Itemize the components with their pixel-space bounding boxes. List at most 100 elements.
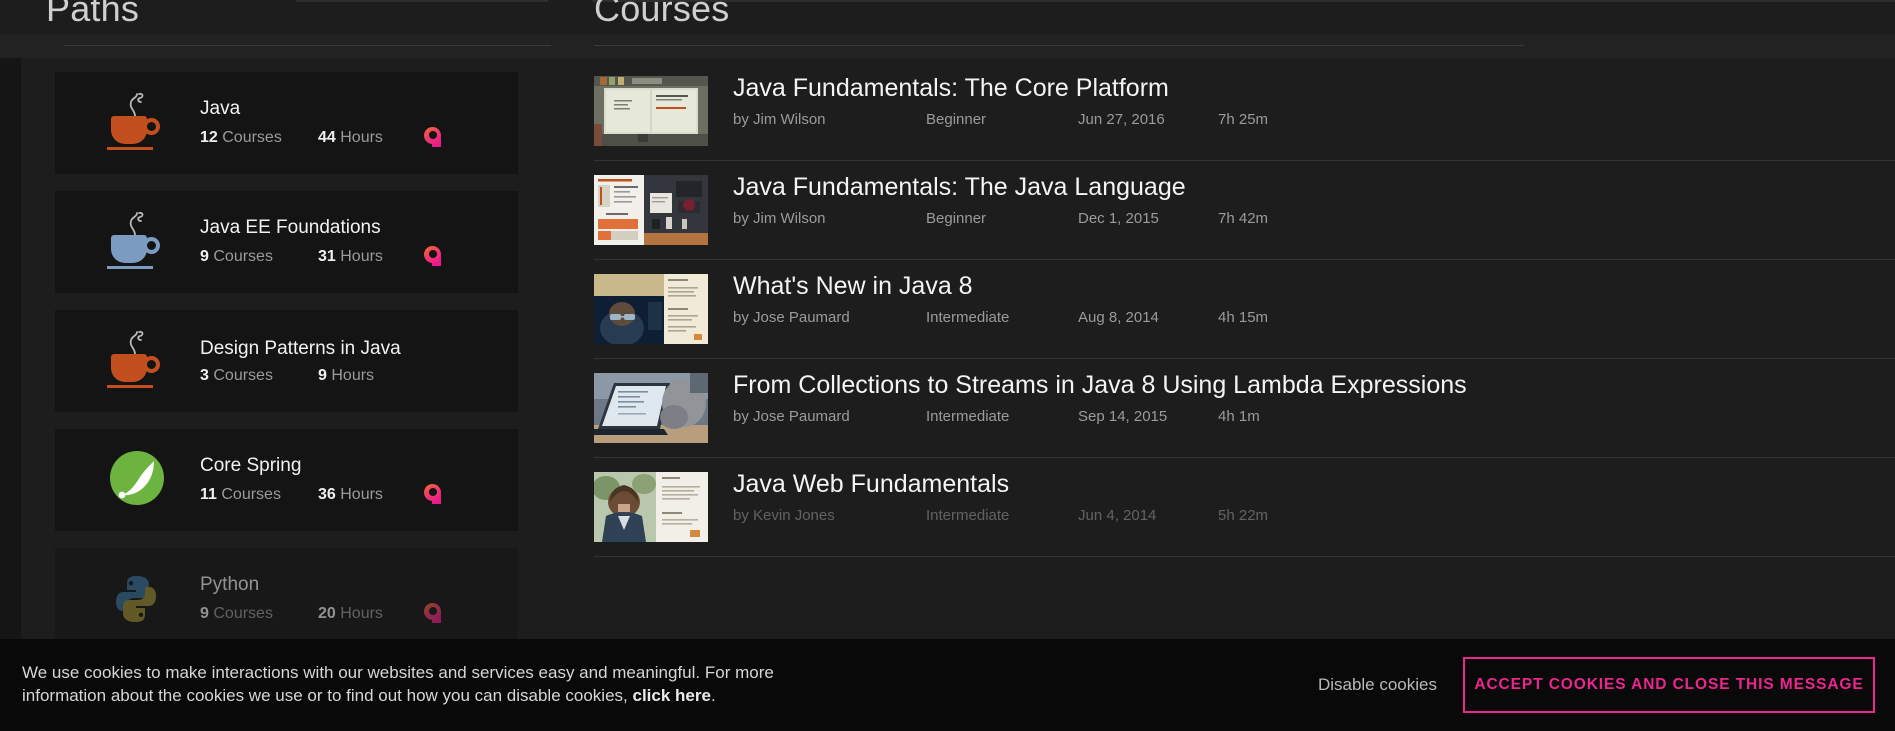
path-stats: 12 Courses 44 Hours xyxy=(200,127,441,148)
path-text: Python 9 Courses 20 Hours xyxy=(200,574,441,624)
course-meta: by Kevin Jones Intermediate Jun 4, 2014 … xyxy=(733,507,1895,524)
path-courses-count: 3 xyxy=(200,367,209,384)
path-courses-label: Courses xyxy=(213,605,273,622)
path-courses-count: 12 xyxy=(200,129,218,146)
course-duration: 4h 15m xyxy=(1218,309,1298,326)
course-level: Beginner xyxy=(926,111,1078,128)
courses-list: Java Fundamentals: The Core Platform by … xyxy=(594,62,1895,557)
path-hours-stat: 9 Hours xyxy=(318,367,424,385)
cookie-policy-link[interactable]: click here xyxy=(632,686,710,705)
paths-heading: Paths xyxy=(46,0,139,30)
course-duration: 7h 42m xyxy=(1218,210,1298,227)
path-card-design-patterns-in-java[interactable]: Design Patterns in Java 3 Courses 9 Hour… xyxy=(55,310,518,412)
spring-leaf-icon xyxy=(95,444,177,516)
course-row[interactable]: What's New in Java 8 by Jose Paumard Int… xyxy=(594,260,1895,359)
course-thumbnail xyxy=(594,274,708,344)
content-columns: Paths xyxy=(0,0,1895,731)
path-title: Design Patterns in Java xyxy=(200,338,424,360)
accept-cookies-button[interactable]: ACCEPT COOKIES AND CLOSE THIS MESSAGE xyxy=(1463,657,1875,713)
course-title[interactable]: Java Fundamentals: The Java Language xyxy=(733,173,1895,202)
course-row[interactable]: Java Fundamentals: The Core Platform by … xyxy=(594,62,1895,161)
course-row[interactable]: Java Fundamentals: The Java Language by … xyxy=(594,161,1895,260)
path-hours-count: 44 xyxy=(318,129,336,146)
disable-cookies-link[interactable]: Disable cookies xyxy=(1318,675,1437,695)
course-author: by Jose Paumard xyxy=(733,309,926,326)
course-title[interactable]: From Collections to Streams in Java 8 Us… xyxy=(733,371,1895,400)
path-hours-label: Hours xyxy=(340,129,383,146)
path-hours-count: 9 xyxy=(318,367,327,384)
paths-heading-rule xyxy=(64,45,551,46)
course-duration: 5h 22m xyxy=(1218,507,1298,524)
course-body: What's New in Java 8 by Jose Paumard Int… xyxy=(733,270,1895,326)
path-courses-label: Courses xyxy=(221,486,281,503)
course-author: by Jim Wilson xyxy=(733,210,926,227)
path-hours-label: Hours xyxy=(340,605,383,622)
courses-heading-rule xyxy=(594,45,1524,46)
course-row[interactable]: Java Web Fundamentals by Kevin Jones Int… xyxy=(594,458,1895,557)
path-text: Core Spring 11 Courses 36 Hours xyxy=(200,455,441,505)
path-courses-count: 9 xyxy=(200,248,209,265)
course-duration: 4h 1m xyxy=(1218,408,1298,425)
cookie-message-suffix: . xyxy=(711,686,716,705)
path-hours-count: 31 xyxy=(318,248,336,265)
path-title: Python xyxy=(200,574,441,596)
path-text: Design Patterns in Java 3 Courses 9 Hour… xyxy=(200,338,424,385)
paths-column: Paths xyxy=(21,0,581,731)
cookie-consent-banner: We use cookies to make interactions with… xyxy=(0,639,1895,731)
pluralsight-iq-badge-icon[interactable] xyxy=(424,603,441,624)
path-courses-count: 11 xyxy=(200,486,217,503)
path-stats: 9 Courses 31 Hours xyxy=(200,246,441,267)
path-hours-stat: 20 Hours xyxy=(318,605,424,623)
path-title: Core Spring xyxy=(200,455,441,477)
path-courses-count: 9 xyxy=(200,605,209,622)
pluralsight-iq-badge-icon[interactable] xyxy=(424,127,441,148)
path-hours-stat: 36 Hours xyxy=(318,486,424,504)
path-card-core-spring[interactable]: Core Spring 11 Courses 36 Hours xyxy=(55,429,518,531)
course-title[interactable]: Java Web Fundamentals xyxy=(733,470,1895,499)
course-body: Java Fundamentals: The Java Language by … xyxy=(733,171,1895,227)
course-author: by Kevin Jones xyxy=(733,507,926,524)
path-card-java-ee-foundations[interactable]: Java EE Foundations 9 Courses 31 Hours xyxy=(55,191,518,293)
path-hours-label: Hours xyxy=(340,486,383,503)
course-meta: by Jim Wilson Beginner Jun 27, 2016 7h 2… xyxy=(733,111,1895,128)
path-text: Java 12 Courses 44 Hours xyxy=(200,98,441,148)
course-body: Java Fundamentals: The Core Platform by … xyxy=(733,72,1895,128)
course-thumbnail xyxy=(594,472,708,542)
path-courses-label: Courses xyxy=(213,367,273,384)
course-date: Aug 8, 2014 xyxy=(1078,309,1218,326)
path-card-python[interactable]: Python 9 Courses 20 Hours xyxy=(55,548,518,650)
path-title: Java xyxy=(200,98,441,120)
course-title[interactable]: What's New in Java 8 xyxy=(733,272,1895,301)
path-hours-count: 36 xyxy=(318,486,336,503)
course-meta: by Jose Paumard Intermediate Sep 14, 201… xyxy=(733,408,1895,425)
course-date: Jun 4, 2014 xyxy=(1078,507,1218,524)
course-meta: by Jose Paumard Intermediate Aug 8, 2014… xyxy=(733,309,1895,326)
courses-column: Courses xyxy=(592,0,1895,731)
course-thumbnail xyxy=(594,373,708,443)
course-level: Beginner xyxy=(926,210,1078,227)
pluralsight-iq-badge-icon[interactable] xyxy=(424,484,441,505)
python-icon xyxy=(95,563,177,635)
path-text: Java EE Foundations 9 Courses 31 Hours xyxy=(200,217,441,267)
course-body: Java Web Fundamentals by Kevin Jones Int… xyxy=(733,468,1895,524)
cookie-message: We use cookies to make interactions with… xyxy=(22,662,1002,707)
course-duration: 7h 25m xyxy=(1218,111,1298,128)
path-hours-label: Hours xyxy=(340,248,383,265)
path-card-java[interactable]: Java 12 Courses 44 Hours xyxy=(55,72,518,174)
course-author: by Jose Paumard xyxy=(733,408,926,425)
course-date: Dec 1, 2015 xyxy=(1078,210,1218,227)
path-stats: 11 Courses 36 Hours xyxy=(200,484,441,505)
path-courses-label: Courses xyxy=(222,129,282,146)
course-row[interactable]: From Collections to Streams in Java 8 Us… xyxy=(594,359,1895,458)
course-body: From Collections to Streams in Java 8 Us… xyxy=(733,369,1895,425)
course-date: Sep 14, 2015 xyxy=(1078,408,1218,425)
coffee-cup-icon xyxy=(95,206,177,278)
coffee-cup-icon xyxy=(95,325,177,397)
path-stats: 3 Courses 9 Hours xyxy=(200,367,424,385)
course-date: Jun 27, 2016 xyxy=(1078,111,1218,128)
course-title[interactable]: Java Fundamentals: The Core Platform xyxy=(733,74,1895,103)
path-courses-label: Courses xyxy=(213,248,273,265)
path-courses-stat: 9 Courses xyxy=(200,248,318,266)
pluralsight-iq-badge-icon[interactable] xyxy=(424,246,441,267)
path-stats: 9 Courses 20 Hours xyxy=(200,603,441,624)
